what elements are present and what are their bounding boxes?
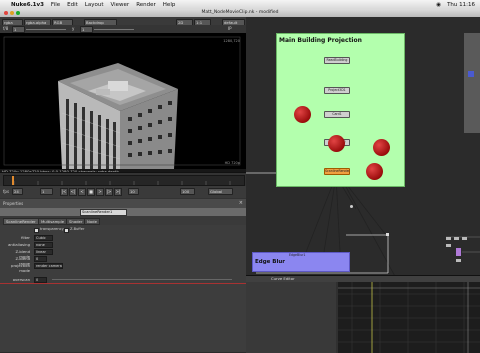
zbuffer-checkbox[interactable]: [64, 228, 69, 233]
transparency-checkbox[interactable]: [34, 228, 39, 233]
next-key-button[interactable]: |>: [105, 188, 113, 196]
zbuffer-label: Z-Buffer: [70, 227, 85, 231]
play-forward-button[interactable]: >: [96, 188, 104, 196]
tab-node[interactable]: Node: [84, 218, 100, 225]
properties-title: Properties: [3, 201, 24, 206]
minimap-node-6: [456, 259, 461, 262]
zoom-window-button[interactable]: [16, 11, 20, 15]
gamma-label: y: [72, 26, 75, 31]
close-window-button[interactable]: [4, 11, 8, 15]
node-panel-titlebar: ScanlineRender1: [0, 208, 246, 216]
side-toolbar: [464, 33, 480, 133]
goto-end-button[interactable]: >|: [114, 188, 122, 196]
viewer-image-area[interactable]: 1280,720 HD 720p: [0, 33, 246, 169]
gain-field[interactable]: 1: [12, 26, 25, 33]
node-project3d1[interactable]: Project3D1: [324, 87, 350, 94]
backdrop-edge-blur[interactable]: Edge Blur EdgeBlur1: [252, 252, 350, 272]
timeline-ticks: [12, 176, 231, 185]
zblend-range-field[interactable]: 0: [34, 256, 47, 262]
building-render: [3, 36, 241, 169]
camera-node-2[interactable]: [328, 135, 345, 152]
frame-field[interactable]: 1: [40, 188, 53, 195]
node-readbuilding[interactable]: ReadBuilding: [324, 57, 350, 64]
prev-key-button[interactable]: <|: [69, 188, 77, 196]
dot-node[interactable]: [350, 205, 353, 208]
backdrop-label: Main Building Projection: [279, 37, 362, 44]
curve-graph[interactable]: [338, 282, 480, 353]
edge-blur-label: Edge Blur: [255, 259, 285, 265]
projection-mode-dropdown[interactable]: render camera: [34, 263, 63, 269]
spotlight-icon[interactable]: ◉: [436, 2, 441, 8]
antialiasing-dropdown[interactable]: none: [34, 242, 53, 248]
timeline-ruler[interactable]: [3, 175, 245, 186]
gamma-field[interactable]: 1: [80, 26, 93, 33]
panel-divider: [0, 283, 246, 284]
ip-button[interactable]: IP: [228, 26, 232, 31]
goto-start-button[interactable]: |<: [60, 188, 68, 196]
range-end-field[interactable]: 100: [180, 188, 195, 195]
minimap-node-5: [456, 248, 461, 256]
timeline-panel: fps 24 1 |< <| < ■ > |> >| 10 100 Global: [0, 172, 246, 199]
filter-label: filter: [21, 235, 30, 240]
zblend-mode-dropdown[interactable]: linear: [34, 249, 53, 255]
camera-node-4[interactable]: [366, 163, 383, 180]
menu-app[interactable]: Nuke6.1v3: [11, 2, 44, 8]
side-swatch-blue[interactable]: [468, 71, 474, 77]
play-backward-button[interactable]: <: [78, 188, 86, 196]
curve-editor-panel: Curve Editor: [246, 275, 480, 353]
stop-button[interactable]: ■: [87, 188, 95, 196]
curve-grid: [338, 282, 480, 353]
menu-render[interactable]: Render: [136, 2, 156, 8]
filter-dropdown[interactable]: Cubic: [34, 235, 53, 241]
window-title: Matt_NodeMovieClip.nk - modified: [201, 10, 279, 15]
minimap-node-2: [454, 237, 459, 240]
transport-bar: fps 24 1 |< <| < ■ > |> >| 10 100 Global: [0, 186, 246, 198]
global-range-dropdown[interactable]: Global: [208, 188, 233, 195]
tab-shader[interactable]: Shader: [66, 218, 86, 225]
projection-mode-label: projection mode: [11, 263, 30, 273]
camera-node-1[interactable]: [294, 106, 311, 123]
menu-viewer[interactable]: Viewer: [111, 2, 130, 8]
tab-multisample[interactable]: Multisample: [38, 218, 68, 225]
close-properties-icon[interactable]: ×: [239, 200, 243, 206]
dot-node-2[interactable]: [386, 233, 389, 236]
minimap-node-1: [446, 237, 451, 240]
node-card1[interactable]: Card1: [324, 111, 350, 118]
minimap[interactable]: [442, 235, 478, 271]
transparency-label: transparency: [40, 227, 64, 231]
antialiasing-label: antialiasing: [8, 242, 30, 247]
format-bottom-label: HD 720p: [224, 161, 240, 165]
menu-help[interactable]: Help: [163, 2, 176, 8]
menu-file[interactable]: File: [51, 2, 60, 8]
format-top-label: 1280,720: [223, 39, 240, 43]
viewer-panel: rgba rgba.alpha RGB Backdrop 2D 1:1 defa…: [0, 17, 248, 174]
node-scanlinerender1[interactable]: ScanlineRender1: [324, 168, 350, 175]
gain-slider[interactable]: [26, 28, 66, 30]
tab-scanlinerender[interactable]: ScanlineRender: [3, 218, 39, 225]
clock: Thu 11:16: [447, 1, 475, 8]
edge-blur-node[interactable]: EdgeBlur1: [289, 253, 305, 257]
camera-node-3[interactable]: [373, 139, 390, 156]
node-name-field[interactable]: ScanlineRender1: [80, 209, 127, 216]
curve-list[interactable]: [246, 282, 336, 353]
menu-layout[interactable]: Layout: [85, 2, 104, 8]
minimap-node-3: [462, 237, 467, 240]
gain-label: f/8: [3, 26, 9, 31]
menu-edit[interactable]: Edit: [67, 2, 78, 8]
minimize-window-button[interactable]: [10, 11, 14, 15]
node-graph[interactable]: Main Building Projection ReadBuilding Pr…: [246, 17, 480, 275]
fps-field[interactable]: 24: [12, 188, 23, 195]
overscan-slider[interactable]: [52, 279, 232, 280]
minimap-node-4: [446, 244, 451, 247]
properties-panel: Properties × ScanlineRender1 ScanlineRen…: [0, 199, 246, 352]
window-titlebar: Matt_NodeMovieClip.nk - modified: [0, 9, 480, 17]
fps-label: fps: [3, 189, 10, 194]
properties-tabs: ScanlineRender Multisample Shader Node: [0, 216, 246, 225]
step-field[interactable]: 10: [128, 188, 139, 195]
overscan-label: overscan: [12, 277, 30, 282]
gamma-slider[interactable]: [94, 28, 134, 30]
